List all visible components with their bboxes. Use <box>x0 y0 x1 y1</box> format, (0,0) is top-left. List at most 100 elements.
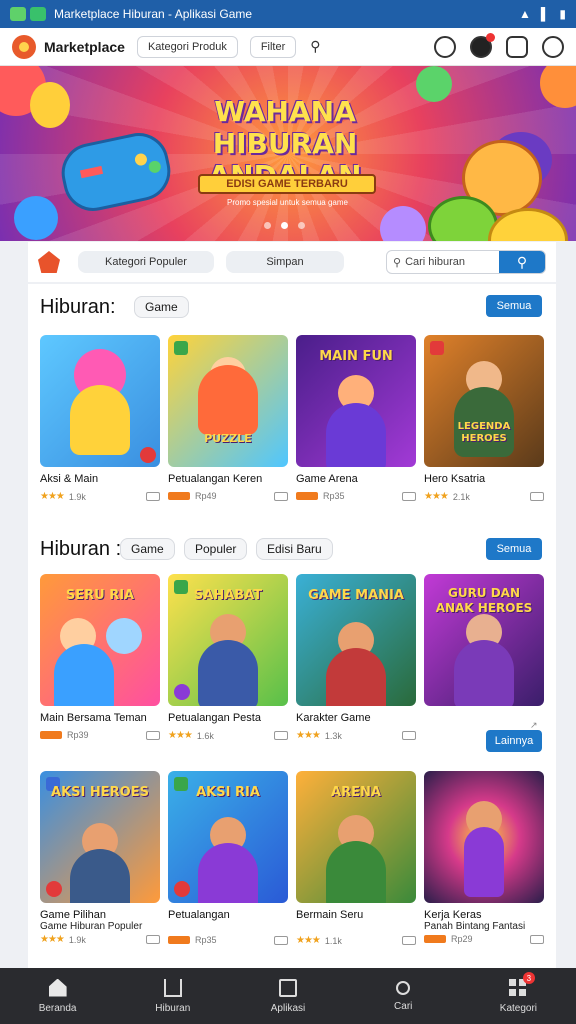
card-meta: ★★★ 1.3k <box>296 730 416 741</box>
game-card[interactable]: AKSI HEROES Game Pilihan Game Hiburan Po… <box>40 771 160 945</box>
promo-banner[interactable]: WAHANA HIBURAN ANDALAN EDISI GAME TERBAR… <box>0 66 576 241</box>
nav-label: Kategori <box>499 1002 538 1014</box>
nav-item-apps[interactable]: Aplikasi <box>230 968 345 1024</box>
banner-caption: Promo spesial untuk semua game <box>227 198 348 207</box>
more-button[interactable]: Lainnya <box>486 730 542 752</box>
carousel-dot[interactable] <box>298 222 305 229</box>
card-subtitle: Panah Bintang Fantasi <box>424 921 526 932</box>
card-meta-value: 1.1k <box>324 935 342 946</box>
rating-stars-icon: ★★★ <box>168 730 193 741</box>
nav-item-search[interactable]: Cari <box>346 968 461 1024</box>
nav-item-categories[interactable]: 3 Kategori <box>461 968 576 1024</box>
card-meta: ★★★ 1.6k <box>168 730 288 741</box>
category-button[interactable]: Kategori Produk <box>136 35 238 58</box>
search-input[interactable]: Cari hiburan <box>405 256 499 268</box>
game-thumbnail: SAHABAT <box>168 574 288 706</box>
notification-badge: 3 <box>522 972 535 984</box>
character-head <box>106 618 142 654</box>
game-card[interactable]: GURU DAN ANAK HEROES ↗ <box>424 574 544 730</box>
card-meta-value: Rp35 <box>195 935 217 945</box>
search-icon[interactable]: ⚲ <box>310 38 320 55</box>
price-tag-icon <box>424 935 446 943</box>
bookmark-icon[interactable] <box>274 935 288 945</box>
game-card[interactable]: PUZZLE Petualangan Keren Rp49 <box>168 335 288 501</box>
thumbnail-title: LEGENDA HEROES <box>457 421 511 444</box>
section-title: Hiburan : <box>40 538 122 560</box>
card-meta-value: 1.6k <box>196 730 214 741</box>
game-thumbnail: LEGENDA HEROES <box>424 335 544 467</box>
thumbnail-title: AKSI HEROES <box>51 785 149 800</box>
card-title: Main Bersama Teman <box>40 712 147 724</box>
game-card[interactable]: GAME MANIA Karakter Game ★★★ 1.3k <box>296 574 416 741</box>
bookmark-icon[interactable] <box>146 730 160 740</box>
section-chip[interactable]: Game <box>120 538 175 560</box>
character-body <box>464 827 504 897</box>
search-box[interactable]: ⚲ Cari hiburan ⚲ <box>386 250 546 274</box>
game-thumbnail <box>424 771 544 903</box>
nav-label: Cari <box>394 1000 413 1012</box>
rating-stars-icon: ★★★ <box>296 730 321 741</box>
game-card[interactable]: AKSI RIA Petualangan Rp35 <box>168 771 288 945</box>
banner-strip: EDISI GAME TERBARU <box>198 174 376 194</box>
expand-icon[interactable]: ↗ <box>530 720 544 730</box>
card-meta-value: Rp29 <box>451 934 473 944</box>
game-card[interactable]: LEGENDA HEROES Hero Ksatria ★★★ 2.1k <box>424 335 544 502</box>
nav-item-home[interactable]: Beranda <box>0 968 115 1024</box>
card-meta-value: Rp39 <box>67 730 89 740</box>
settings-icon[interactable] <box>506 35 528 58</box>
status-bar-text: Marketplace Hiburan - Aplikasi Game <box>54 7 253 21</box>
game-card[interactable]: SERU RIA Main Bersama Teman Rp39 <box>40 574 160 740</box>
section-chip[interactable]: Populer <box>184 538 248 560</box>
filter-bar: Kategori Populer Simpan ⚲ Cari hiburan ⚲ <box>28 242 556 282</box>
thumbnail-title: MAIN FUN <box>319 349 393 364</box>
badge-icon <box>174 881 190 897</box>
game-card[interactable]: Aksi & Main ★★★ 1.9k <box>40 335 160 502</box>
game-thumbnail <box>40 335 160 467</box>
game-thumbnail: ARENA <box>296 771 416 903</box>
signal-icon: ▌ <box>540 7 550 21</box>
search-icon <box>396 980 411 995</box>
bookmark-icon[interactable] <box>530 492 544 501</box>
status-bar-indicators: ▲ ▌ ▮ <box>519 7 566 21</box>
section-chip[interactable]: Game <box>134 296 189 318</box>
carousel-dot[interactable] <box>264 222 271 229</box>
bookmark-icon[interactable] <box>146 935 160 944</box>
category-pill[interactable]: Kategori Populer <box>78 251 214 273</box>
bookmark-icon[interactable] <box>402 731 416 740</box>
cart-icon[interactable] <box>470 32 495 58</box>
game-card[interactable]: MAIN FUN Game Arena Rp35 <box>296 335 416 501</box>
bookmark-icon[interactable] <box>402 491 416 501</box>
card-meta: ↗ <box>424 720 544 730</box>
see-all-button[interactable]: Semua <box>486 295 542 317</box>
save-pill[interactable]: Simpan <box>226 251 344 273</box>
game-thumbnail: AKSI RIA <box>168 771 288 903</box>
bookmark-icon[interactable] <box>274 731 288 740</box>
game-card[interactable]: Kerja Keras Panah Bintang Fantasi Rp29 <box>424 771 544 944</box>
nav-item-entertainment[interactable]: Hiburan <box>115 968 230 1024</box>
notification-icon[interactable] <box>434 35 456 58</box>
search-button[interactable]: ⚲ <box>499 251 545 273</box>
bookmark-icon[interactable] <box>402 936 416 945</box>
game-card[interactable]: SAHABAT Petualangan Pesta ★★★ 1.6k <box>168 574 288 741</box>
card-title: Petualangan Keren <box>168 473 263 485</box>
carousel-dot-active[interactable] <box>281 222 288 229</box>
nav-label: Aplikasi <box>270 1002 306 1014</box>
character-body <box>454 640 514 706</box>
status-bar: Marketplace Hiburan - Aplikasi Game ▲ ▌ … <box>0 0 576 28</box>
logo-icon[interactable] <box>12 34 36 59</box>
bookmark-icon[interactable] <box>146 492 160 501</box>
see-all-button[interactable]: Semua <box>486 538 542 560</box>
filter-button[interactable]: Filter <box>249 35 297 58</box>
thumbnail-title: SAHABAT <box>193 588 263 603</box>
badge-icon <box>174 684 190 700</box>
bookmark-icon[interactable] <box>530 934 544 944</box>
profile-icon[interactable] <box>542 35 564 58</box>
carousel-dots <box>264 222 305 229</box>
card-meta-value: Rp49 <box>195 491 217 501</box>
home-shield-icon[interactable] <box>38 251 60 273</box>
game-card[interactable]: ARENA Bermain Seru ★★★ 1.1k <box>296 771 416 946</box>
thumbnail-title: GAME MANIA <box>308 588 404 603</box>
bookmark-icon[interactable] <box>274 491 288 501</box>
section-chip[interactable]: Edisi Baru <box>256 538 333 560</box>
whatsapp-icon <box>30 7 46 21</box>
